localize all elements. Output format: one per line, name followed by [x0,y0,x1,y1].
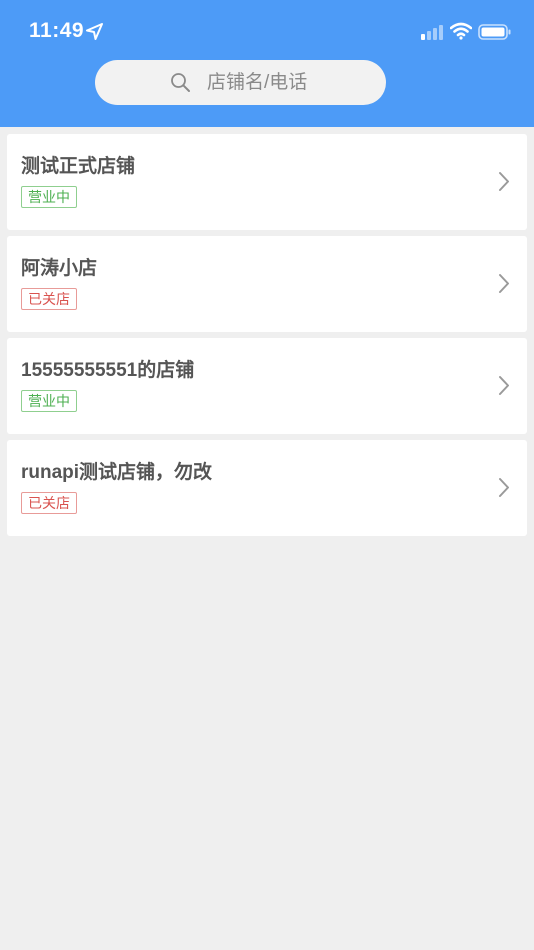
chevron-right-icon [498,273,510,294]
store-name: 测试正式店铺 [21,156,136,177]
store-name: 15555555551的店铺 [21,360,195,381]
status-badge: 营业中 [21,390,77,412]
store-list-item[interactable]: 测试正式店铺 营业中 [7,134,527,230]
search-bar[interactable] [95,60,386,105]
status-badge: 已关店 [21,492,77,514]
search-icon [170,72,191,93]
search-input[interactable] [207,60,377,105]
header-bar: 11:49 [0,0,534,127]
status-time: 11:49 [29,19,85,42]
chevron-right-icon [498,477,510,498]
status-bar: 11:49 [0,0,534,60]
status-badge: 营业中 [21,186,77,208]
battery-icon [478,23,512,41]
store-list-item[interactable]: 15555555551的店铺 营业中 [7,338,527,434]
store-name: 阿涛小店 [21,258,98,279]
status-badge: 已关店 [21,288,77,310]
chevron-right-icon [498,171,510,192]
location-arrow-icon [86,23,103,40]
store-list-item[interactable]: 阿涛小店 已关店 [7,236,527,332]
store-list: 测试正式店铺 营业中 阿涛小店 已关店 15555555551的店铺 营业中 r… [7,134,527,542]
wifi-icon [449,22,473,40]
store-name: runapi测试店铺，勿改 [21,462,213,483]
chevron-right-icon [498,375,510,396]
store-list-item[interactable]: runapi测试店铺，勿改 已关店 [7,440,527,536]
cellular-signal-icon [421,23,445,41]
